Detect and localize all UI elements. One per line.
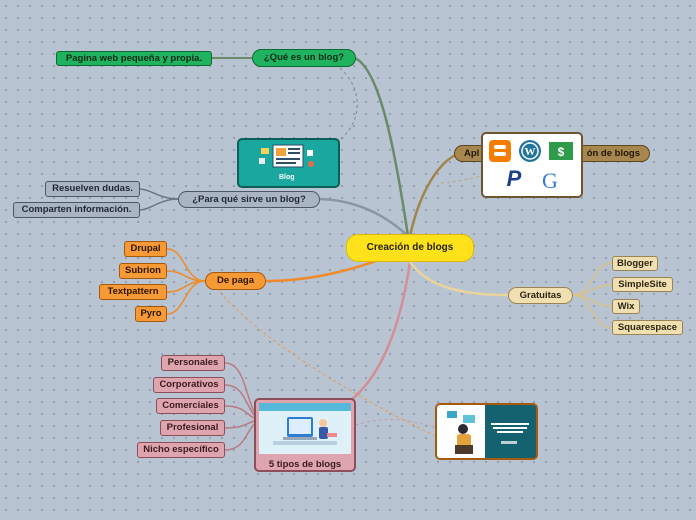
- node-pyro[interactable]: Pyro: [135, 306, 167, 322]
- node-squarespace[interactable]: Squarespace: [612, 320, 683, 335]
- node-corporativos[interactable]: Corporativos: [153, 377, 225, 393]
- node-subrion[interactable]: Subrion: [119, 263, 167, 279]
- node-blogger[interactable]: Blogger: [612, 256, 658, 271]
- node-para-que-sirve[interactable]: ¿Para qué sirve un blog?: [178, 191, 320, 208]
- node-5-tipos-de-blogs[interactable]: 5 tipos de blogs: [254, 398, 356, 472]
- aplicaciones-label-right: ón de blogs: [586, 147, 640, 159]
- node-comerciales[interactable]: Comerciales: [156, 398, 225, 414]
- blog-badge-label: Blog: [279, 174, 295, 181]
- node-wix[interactable]: Wix: [612, 299, 640, 314]
- blog-types-illustration: [259, 403, 351, 454]
- node-profesional[interactable]: Profesional: [160, 420, 225, 436]
- blog-illustration[interactable]: Blog: [237, 138, 340, 188]
- google-icon: G: [542, 168, 558, 193]
- node-nicho-especifico[interactable]: Nicho específico: [137, 442, 225, 458]
- tipos-label: 5 tipos de blogs: [268, 459, 342, 470]
- apps-illustration[interactable]: W $ P G: [481, 132, 583, 198]
- course-illustration[interactable]: [435, 403, 538, 460]
- node-simplesite[interactable]: SimpleSite: [612, 277, 673, 292]
- node-drupal[interactable]: Drupal: [124, 241, 167, 257]
- laptop-person-icon: [259, 403, 351, 445]
- node-resuelven-dudas[interactable]: Resuelven dudas.: [45, 181, 140, 197]
- svg-text:G: G: [542, 168, 558, 193]
- svg-text:P: P: [507, 166, 522, 191]
- node-textpattern[interactable]: Textpattern: [99, 284, 167, 300]
- node-pagina-web[interactable]: Pagina web pequeña y propia.: [56, 51, 212, 66]
- svg-text:W: W: [525, 146, 536, 158]
- svg-text:$: $: [558, 145, 565, 159]
- wordpress-icon: W: [519, 140, 541, 162]
- node-comparten-informacion[interactable]: Comparten información.: [13, 202, 140, 218]
- dollar-icon: $: [549, 142, 573, 160]
- node-que-es-un-blog[interactable]: ¿Qué es un blog?: [252, 49, 356, 67]
- node-personales[interactable]: Personales: [161, 355, 225, 371]
- central-node[interactable]: Creación de blogs: [346, 234, 474, 262]
- app-logos: W $ P G: [489, 140, 573, 193]
- course-banner-icon: [437, 405, 529, 458]
- paypal-icon: P: [507, 166, 522, 191]
- node-gratuitas[interactable]: Gratuitas: [508, 287, 573, 304]
- aplicaciones-label-left: Apl: [464, 147, 480, 159]
- blogger-icon: [489, 140, 511, 162]
- node-de-paga[interactable]: De paga: [205, 272, 266, 290]
